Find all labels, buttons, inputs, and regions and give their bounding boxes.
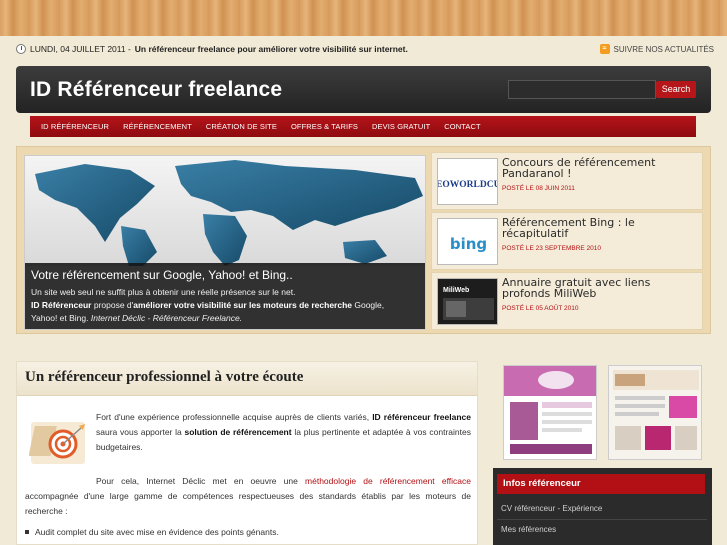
main-nav: ID RÉFÉRENCEUR RÉFÉRENCEMENT CRÉATION DE… [30, 116, 696, 137]
world-map-image [25, 156, 425, 266]
intro-text-c: saura vous apporter la [96, 427, 185, 437]
rss-label: SUIVRE NOS ACTUALITÉS [613, 44, 714, 54]
nav-item-referencement[interactable]: RÉFÉRENCEMENT [116, 122, 199, 131]
nav-item-devis-gratuit[interactable]: DEVIS GRATUIT [365, 122, 437, 131]
post-thumbnail-seoworldcup[interactable]: SEOWORLDCUP [437, 158, 498, 205]
bullet-icon [25, 530, 29, 534]
slide-text-line1: Un site web seul ne suffit plus à obteni… [31, 287, 296, 297]
slide-title: Votre référencement sur Google, Yahoo! e… [31, 268, 293, 282]
post-title[interactable]: Annuaire gratuit avec liens profonds Mil… [502, 277, 702, 299]
post-thumbnail-miliweb[interactable]: MiliWeb [437, 278, 498, 325]
top-info-bar: LUNDI, 04 JUILLET 2011 - Un référenceur … [16, 44, 714, 58]
slide-text: Un site web seul ne suffit plus à obteni… [31, 286, 421, 325]
featured-area: Votre référencement sur Google, Yahoo! e… [16, 146, 711, 334]
post-item[interactable]: MiliWeb Annuaire gratuit avec liens prof… [431, 272, 703, 330]
post-date: POSTÉ LE 08 JUIN 2011 [502, 185, 575, 192]
slide-strong-claim: améliorer votre visibilité sur les moteu… [133, 300, 352, 310]
slide-strong-name: ID Référenceur [31, 300, 92, 310]
method-paragraph: Pour cela, Internet Déclic met en oeuvre… [25, 474, 471, 519]
page-body: LUNDI, 04 JUILLET 2011 - Un référenceur … [0, 36, 727, 545]
clock-icon [16, 44, 26, 54]
sidebar-images [503, 365, 703, 461]
nav-item-creation-de-site[interactable]: CRÉATION DE SITE [199, 122, 284, 131]
post-thumb-text: MiliWeb [443, 287, 469, 294]
content-header: Un référenceur professionnel à votre éco… [17, 362, 477, 396]
slide-text-tail: Google, [352, 300, 385, 310]
target-logo-image [29, 422, 85, 464]
current-date: LUNDI, 04 JUILLET 2011 - [30, 44, 131, 54]
post-title[interactable]: Référencement Bing : le récapitulatif [502, 217, 702, 239]
list-item-text: Audit complet du site avec mise en évide… [35, 527, 279, 537]
main-content: Un référenceur professionnel à votre éco… [16, 361, 478, 545]
recent-posts: SEOWORLDCUP Concours de référencement Pa… [431, 152, 703, 332]
sidebar-info-box: Infos référenceur CV référenceur - Expér… [493, 468, 712, 545]
methodology-link[interactable]: méthodologie de référencement efficace [305, 476, 471, 486]
nav-item-contact[interactable]: CONTACT [437, 122, 487, 131]
rss-link[interactable]: ≈ SUIVRE NOS ACTUALITÉS [599, 44, 714, 54]
nav-item-offres-tarifs[interactable]: OFFRES & TARIFS [284, 122, 365, 131]
rss-icon: ≈ [599, 44, 610, 54]
post-date: POSTÉ LE 23 SEPTEMBRE 2010 [502, 245, 601, 252]
featured-slide[interactable]: Votre référencement sur Google, Yahoo! e… [24, 155, 426, 330]
post-item[interactable]: bing Référencement Bing : le récapitulat… [431, 212, 703, 270]
search-input[interactable] [508, 80, 656, 99]
intro-paragraph: Fort d'une expérience professionnelle ac… [96, 410, 471, 455]
slide-italic: Internet Déclic - Référenceur Freelance. [90, 313, 243, 323]
slide-text-mid: propose d' [91, 300, 134, 310]
intro-strong-solution: solution de référencement [184, 427, 292, 437]
list-item: Audit complet du site avec mise en évide… [25, 527, 279, 537]
slide-text-tail2: Yahoo! et Bing. [31, 313, 91, 323]
search-button[interactable]: Search [656, 81, 696, 98]
site-tagline: Un référenceur freelance pour améliorer … [134, 44, 408, 54]
post-item[interactable]: SEOWORLDCUP Concours de référencement Pa… [431, 152, 703, 210]
post-thumbnail-bing[interactable]: bing [437, 218, 498, 265]
sidebar-box-title: Infos référenceur [497, 474, 705, 494]
method-text-a: Pour cela, Internet Déclic met en oeuvre… [96, 476, 306, 486]
sidebar-link-references[interactable]: Mes références [501, 525, 556, 534]
intro-text-a: Fort d'une expérience professionnelle ac… [96, 412, 373, 422]
post-date: POSTÉ LE 05 AOÛT 2010 [502, 305, 579, 312]
method-text-b: accompagnée d'une large gamme de compéte… [25, 491, 471, 516]
site-header: ID Référenceur freelance Search [16, 66, 711, 113]
sidebar-site-preview-2[interactable] [608, 365, 702, 460]
sidebar-site-preview-1[interactable] [503, 365, 597, 460]
post-thumb-text: SEOWORLDCUP [438, 180, 498, 190]
intro-strong-freelance: ID référenceur freelance [372, 412, 471, 422]
post-title[interactable]: Concours de référencement Pandaranol ! [502, 157, 702, 179]
content-title: Un référenceur professionnel à votre éco… [25, 369, 304, 385]
date-line: LUNDI, 04 JUILLET 2011 - Un référenceur … [16, 44, 408, 54]
sidebar-divider [497, 519, 707, 520]
slide-caption: Votre référencement sur Google, Yahoo! e… [25, 263, 425, 329]
nav-item-id-referenceur[interactable]: ID RÉFÉRENCEUR [34, 122, 116, 131]
site-title[interactable]: ID Référenceur freelance [30, 78, 282, 102]
sidebar-link-cv[interactable]: CV référenceur - Expérience [501, 504, 602, 513]
post-thumb-text: bing [450, 235, 487, 253]
